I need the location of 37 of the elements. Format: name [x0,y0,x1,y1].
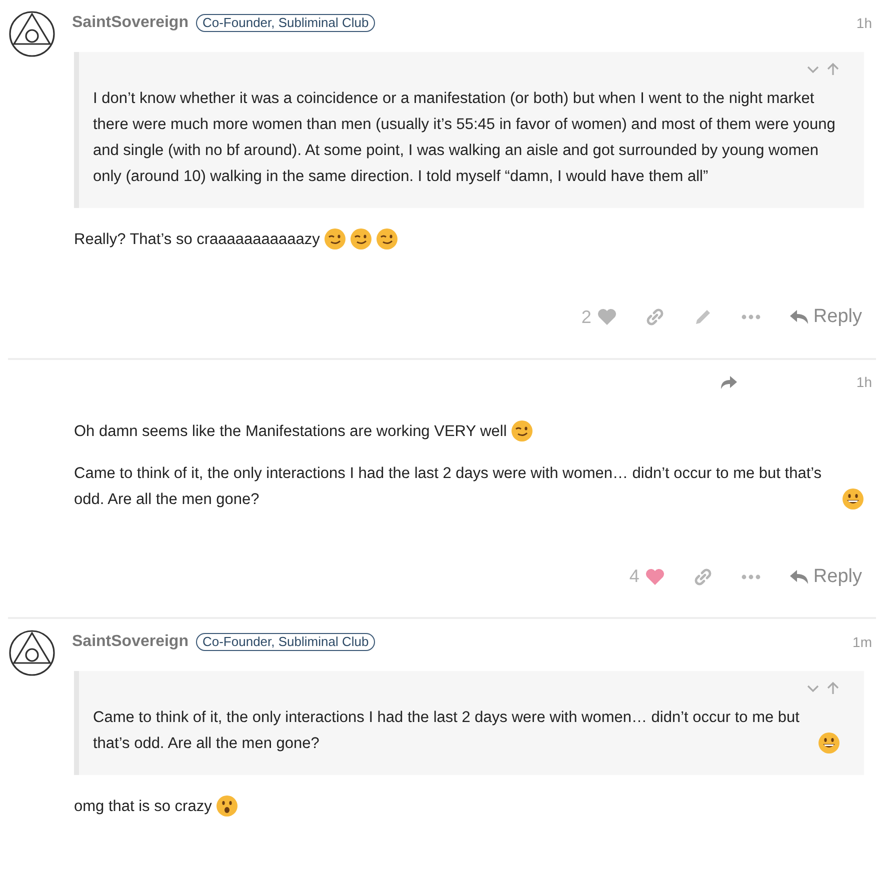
share-arrow-icon[interactable] [720,374,738,390]
emoji-icon [376,228,398,250]
user-badge: Co-Founder, Subliminal Club [196,633,375,651]
link-icon[interactable] [645,307,666,328]
emoji-icon [324,228,346,250]
username[interactable]: SaintSovereign [72,630,188,654]
reply-icon [789,568,810,585]
emoji-icon [350,228,372,250]
reply-button[interactable]: Reply [789,562,862,591]
post-time[interactable]: 1h [856,372,876,393]
more-icon[interactable] [741,314,762,320]
emoji-icon [510,420,533,442]
post-text: Came to think of it, the only interactions I had the last 2 days were with women… didn’t occur to me but that’s odd. Are all the men gone? [93,708,800,754]
post-text: Oh damn seems like the Manifestations are working VERY well [74,422,507,442]
post-text: omg that is so crazy [74,797,212,817]
user-badge: Co-Founder, Subliminal Club [196,14,375,32]
more-icon[interactable] [741,574,762,580]
heart-icon [645,568,666,586]
like-button[interactable]: 4 [629,563,666,590]
emoji-icon [842,488,864,510]
post-text: Really? That’s so craaaaaaaaaaazy [74,230,320,250]
emoji-icon [818,732,840,754]
username[interactable]: SaintSovereign [72,11,188,35]
up-arrow-icon[interactable] [826,62,840,76]
post-text: Came to think of it, the only interactions I had the last 2 days were with women… didn’t occur to me but that’s odd. Are all the men gone? [74,464,823,510]
reply-icon [789,309,810,326]
avatar-icon[interactable] [8,10,56,58]
post-time[interactable]: 1m [852,632,876,652]
like-button[interactable]: 2 [581,304,618,331]
post-time[interactable]: 1h [856,12,876,34]
post-text: I don’t know whether it was a coincidence or a manifestation (or both) but when I went to the night market there were much more women than men (usually it’s 55:45 in favor of women) and most of them were young and single (with no bf around). At some point, I was walking an aisle and got surrounded by young women only (around 10) walking in the same direction. I told myself “damn, I would have them all” [93,89,836,187]
link-icon[interactable] [693,566,714,587]
emoji-icon [216,795,238,817]
up-arrow-icon[interactable] [826,681,840,695]
avatar-icon[interactable] [8,629,56,677]
heart-icon [597,308,618,326]
reply-button[interactable]: Reply [789,303,862,332]
